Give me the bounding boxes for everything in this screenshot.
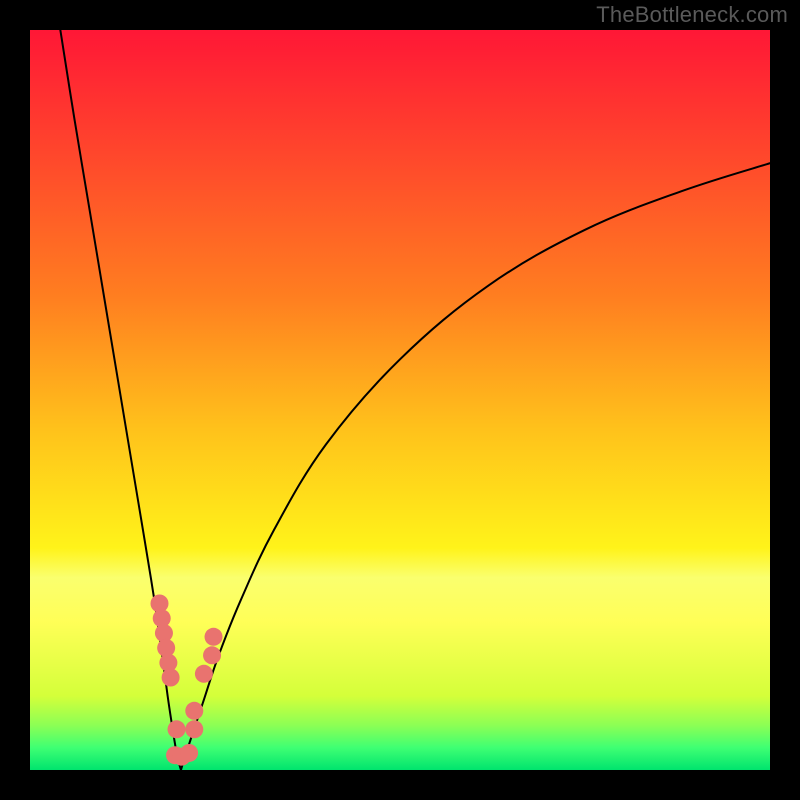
data-marker (180, 744, 198, 762)
chart-frame: TheBottleneck.com (0, 0, 800, 800)
data-marker (205, 628, 223, 646)
data-marker (162, 669, 180, 687)
watermark-text: TheBottleneck.com (596, 2, 788, 28)
data-marker (185, 702, 203, 720)
data-marker (195, 665, 213, 683)
gradient-background (30, 30, 770, 770)
data-marker (168, 720, 186, 738)
data-marker (185, 720, 203, 738)
data-marker (203, 646, 221, 664)
bottleneck-chart (0, 0, 800, 800)
